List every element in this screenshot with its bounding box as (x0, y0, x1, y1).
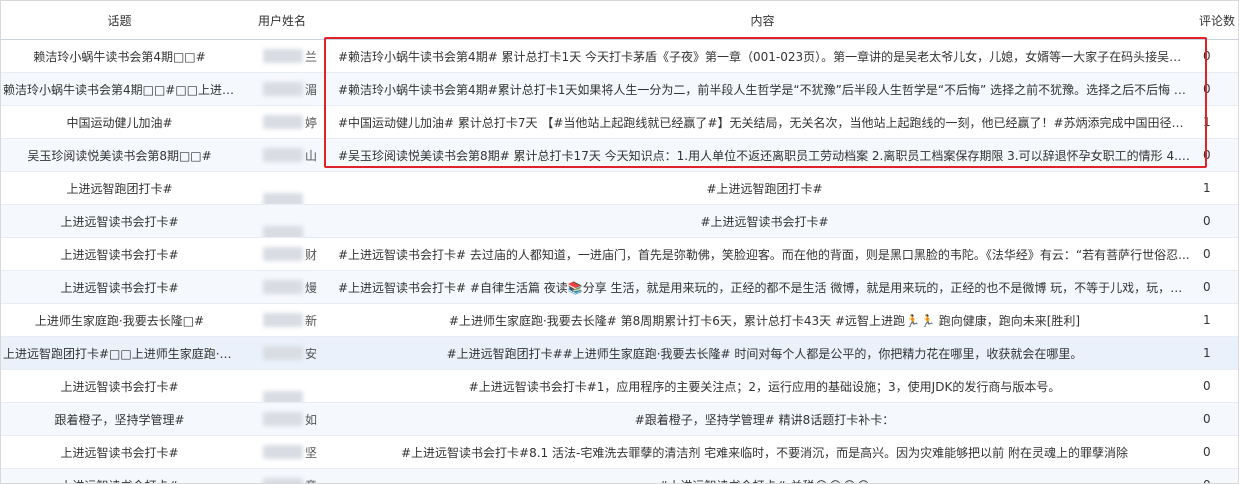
comment-count-cell: 0 (1199, 237, 1238, 271)
table-body: 赖洁玲小蜗牛读书会第4期□□# 兰 #赖洁玲小蜗牛读书会第4期# 累计总打卡1天 今… (1, 39, 1238, 484)
comment-count-cell: 0 (1199, 369, 1238, 403)
user-name-cell: 安 (238, 336, 326, 370)
table-row[interactable]: 吴玉珍阅读悦美读书会第8期□□# 山 #吴玉珍阅读悦美读书会第8期# 累计总打卡17… (1, 138, 1238, 172)
comment-count-cell: 0 (1199, 468, 1238, 483)
user-name-cell: 章 (238, 468, 326, 484)
user-name-cell: 新 (238, 303, 326, 337)
topic-cell: 跟着橙子，坚持学管理# (1, 402, 238, 436)
column-header-comment[interactable]: 评论数 (1199, 1, 1238, 40)
comment-count-cell: 0 (1199, 138, 1238, 172)
comment-count-cell: 1 (1199, 336, 1238, 370)
table-header-row: 话题 用户姓名 内容 评论数 (1, 1, 1238, 40)
comment-count-cell: 1 (1199, 105, 1238, 139)
topic-cell: 上进远智读书会打卡# (1, 237, 238, 271)
content-cell: #上进远智跑团打卡##上进师生家庭跑·我要去长隆# 时间对每个人都是公平的，你把… (326, 336, 1199, 370)
table-row[interactable]: 上进远智跑团打卡# #上进远智跑团打卡# 1 (1, 171, 1238, 205)
topic-cell: 赖洁玲小蜗牛读书会第4期□□#□□上进远... (1, 72, 238, 106)
user-name: 湄 (247, 81, 317, 98)
user-name: 熳 (247, 279, 317, 296)
user-name-cell: 熳 (238, 270, 326, 304)
comment-count-cell: 0 (1199, 39, 1238, 73)
column-header-user[interactable]: 用户姓名 (238, 1, 326, 40)
user-name-cell (238, 204, 326, 238)
content-cell: #上进远智跑团打卡# (326, 171, 1199, 205)
table-row[interactable]: 上进师生家庭跑·我要去长隆□# 新 #上进师生家庭跑·我要去长隆# 第8周期累计打卡… (1, 303, 1238, 337)
content-cell: #赖洁玲小蜗牛读书会第4期# 累计总打卡1天 今天打卡茅盾《子夜》第一章（001… (326, 39, 1199, 73)
user-name: 安 (247, 345, 317, 362)
content-cell: #赖洁玲小蜗牛读书会第4期#累计总打卡1天如果将人生一分为二，前半段人生哲学是“… (326, 72, 1199, 106)
comment-count-cell: 1 (1199, 171, 1238, 205)
user-name: 如 (247, 411, 317, 428)
user-name-cell: 财 (238, 237, 326, 271)
content-cell: #上进远智读书会打卡# 关税😂😂😂😂 (326, 468, 1199, 483)
topic-cell: 上进远智跑团打卡# (1, 171, 238, 205)
user-name: 章 (247, 477, 317, 484)
user-name-cell (238, 171, 326, 205)
content-cell: #跟着橙子，坚持学管理# 精讲8话题打卡补卡： (326, 402, 1199, 436)
user-name-cell: 坚 (238, 435, 326, 469)
table-row[interactable]: 上进远智跑团打卡#□□上进师生家庭跑·我... 安 #上进远智跑团打卡##上进师生家… (1, 336, 1238, 370)
user-name: 新 (247, 312, 317, 329)
topic-cell: 上进师生家庭跑·我要去长隆□# (1, 303, 238, 337)
content-cell: #中国运动健儿加油# 累计总打卡7天 【#当他站上起跑线就已经赢了#】无关结局，… (326, 105, 1199, 139)
content-cell: #上进远智读书会打卡# #自律生活篇 夜读📚分享 生活，就是用来玩的，正经的都不… (326, 270, 1199, 304)
user-name: 婷 (247, 114, 317, 131)
topic-cell: 中国运动健儿加油# (1, 105, 238, 139)
user-name: 财 (247, 246, 317, 263)
topic-cell: 吴玉珍阅读悦美读书会第8期□□# (1, 138, 238, 172)
topic-cell: 上进远智读书会打卡# (1, 270, 238, 304)
topic-cell: 上进远智读书会打卡# (1, 468, 238, 483)
comment-count-cell: 0 (1199, 204, 1238, 238)
table-row[interactable]: 上进远智读书会打卡# 财 #上进远智读书会打卡# 去过庙的人都知道，一进庙门，首先是… (1, 237, 1238, 271)
comment-count-cell: 0 (1199, 72, 1238, 106)
user-name-cell (238, 369, 326, 403)
comment-count-cell: 1 (1199, 303, 1238, 337)
content-cell: #上进远智读书会打卡# (326, 204, 1199, 238)
comment-count-cell: 0 (1199, 270, 1238, 304)
user-name-cell: 兰 (238, 39, 326, 73)
user-name-cell: 山 (238, 138, 326, 172)
content-cell: #上进师生家庭跑·我要去长隆# 第8周期累计打卡6天，累计总打卡43天 #远智上… (326, 303, 1199, 337)
column-header-content[interactable]: 内容 (326, 1, 1199, 40)
table-row[interactable]: 上进远智读书会打卡# #上进远智读书会打卡#1，应用程序的主要关注点；2，运行应用… (1, 369, 1238, 403)
topic-cell: 赖洁玲小蜗牛读书会第4期□□# (1, 39, 238, 73)
content-cell: #上进远智读书会打卡#1，应用程序的主要关注点；2，运行应用的基础设施；3，使用… (326, 369, 1199, 403)
content-cell: #上进远智读书会打卡# 去过庙的人都知道，一进庙门，首先是弥勒佛，笑脸迎客。而在… (326, 237, 1199, 271)
content-cell: #吴玉珍阅读悦美读书会第8期# 累计总打卡17天 今天知识点：1.用人单位不返还… (326, 138, 1199, 172)
table-row[interactable]: 赖洁玲小蜗牛读书会第4期□□#□□上进远... 湄 #赖洁玲小蜗牛读书会第4期#累计… (1, 72, 1238, 106)
comment-count-cell: 0 (1199, 402, 1238, 436)
user-name: 坚 (247, 444, 317, 461)
user-name: 山 (247, 147, 317, 164)
table-row[interactable]: 中国运动健儿加油# 婷 #中国运动健儿加油# 累计总打卡7天 【#当他站上起跑线就已… (1, 105, 1238, 139)
table-row[interactable]: 赖洁玲小蜗牛读书会第4期□□# 兰 #赖洁玲小蜗牛读书会第4期# 累计总打卡1天 今… (1, 39, 1238, 73)
table-row[interactable]: 跟着橙子，坚持学管理# 如 #跟着橙子，坚持学管理# 精讲8话题打卡补卡： 0 (1, 402, 1238, 436)
topic-cell: 上进远智跑团打卡#□□上进师生家庭跑·我... (1, 336, 238, 370)
topic-cell: 上进远智读书会打卡# (1, 435, 238, 469)
table-row[interactable]: 上进远智读书会打卡# 熳 #上进远智读书会打卡# #自律生活篇 夜读📚分享 生活，就… (1, 270, 1238, 304)
content-cell: #上进远智读书会打卡#8.1 活法-宅难洗去罪孽的清洁剂 宅难来临时，不要消沉，… (326, 435, 1199, 469)
topic-cell: 上进远智读书会打卡# (1, 204, 238, 238)
table-row[interactable]: 上进远智读书会打卡# 坚 #上进远智读书会打卡#8.1 活法-宅难洗去罪孽的清洁剂 … (1, 435, 1238, 469)
user-name: 兰 (247, 48, 317, 65)
data-table-panel: 话题 用户姓名 内容 评论数 赖洁玲小蜗牛读书会第4期□□# 兰 #赖洁玲小蜗牛读书… (0, 0, 1239, 484)
user-name-cell: 湄 (238, 72, 326, 106)
topic-cell: 上进远智读书会打卡# (1, 369, 238, 403)
table-row[interactable]: 上进远智读书会打卡# 章 #上进远智读书会打卡# 关税😂😂😂😂0 (1, 468, 1238, 484)
user-name-cell: 如 (238, 402, 326, 436)
topic-posts-table: 话题 用户姓名 内容 评论数 赖洁玲小蜗牛读书会第4期□□# 兰 #赖洁玲小蜗牛读书… (1, 1, 1238, 484)
comment-count-cell: 0 (1199, 435, 1238, 469)
column-header-topic[interactable]: 话题 (1, 1, 238, 40)
user-name-cell: 婷 (238, 105, 326, 139)
table-row[interactable]: 上进远智读书会打卡# #上进远智读书会打卡# 0 (1, 204, 1238, 238)
